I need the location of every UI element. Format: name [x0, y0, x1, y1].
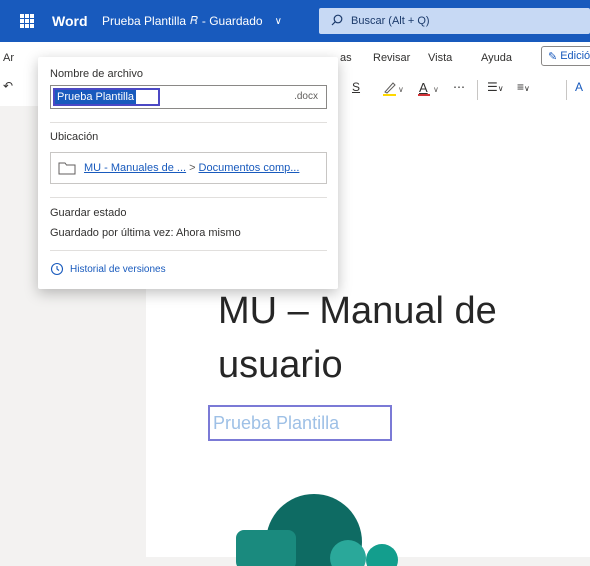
svg-text:∨: ∨	[398, 85, 404, 94]
save-state-label: Guardar estado	[50, 207, 127, 219]
tab-ayuda[interactable]: Ayuda	[481, 52, 512, 64]
app-launcher-icon[interactable]	[20, 14, 34, 28]
svg-text:A: A	[419, 80, 428, 95]
tab-revisar[interactable]: Revisar	[373, 52, 410, 64]
document-title[interactable]: MU – Manual de usuario	[218, 284, 590, 392]
editing-label: Edició	[560, 50, 590, 62]
align-icon[interactable]: ≡∨	[517, 80, 530, 94]
version-history-label: Historial de versiones	[70, 263, 166, 275]
version-history-link[interactable]: Historial de versiones	[50, 262, 166, 276]
chevron-down-icon: ∨	[274, 15, 282, 27]
file-info-popup: Nombre de archivo Prueba Plantilla .docx…	[38, 57, 338, 289]
styles-icon[interactable]: A	[575, 80, 583, 94]
bullets-icon[interactable]: ☰∨	[487, 80, 504, 94]
save-status: - Guardado	[201, 14, 263, 28]
document-title-button[interactable]: Prueba Plantilla 𝑅 - Guardado ∨	[102, 14, 282, 28]
location-path: MU - Manuales de ... > Documentos comp..…	[50, 152, 327, 184]
tab-formas[interactable]: as	[340, 52, 352, 64]
toolbar-separator	[566, 80, 567, 100]
underline-icon[interactable]: S	[352, 80, 360, 94]
pencil-icon: ✎	[548, 50, 558, 63]
highlight-icon[interactable]: ∨	[382, 80, 406, 99]
logo-image	[236, 494, 398, 566]
save-state-value: Guardado por última vez: Ahora mismo	[50, 227, 241, 239]
font-color-icon[interactable]: A ∨	[417, 80, 443, 101]
tab-archivo[interactable]: Ar	[3, 52, 14, 64]
history-icon	[50, 262, 64, 276]
search-placeholder: Buscar (Alt + Q)	[351, 15, 430, 27]
app-bar: Word Prueba Plantilla 𝑅 - Guardado ∨ Bus…	[0, 0, 590, 42]
svg-text:∨: ∨	[433, 85, 439, 94]
document-subtitle-text: Prueba Plantilla	[213, 412, 340, 433]
location-label: Ubicación	[50, 131, 99, 143]
filename-selection: Prueba Plantilla	[53, 88, 160, 106]
document-title: Prueba Plantilla	[102, 14, 187, 28]
undo-icon[interactable]: ↶	[3, 79, 13, 93]
location-link-site[interactable]: MU - Manuales de ...	[84, 162, 186, 174]
location-link-folder[interactable]: Documentos comp...	[199, 162, 300, 174]
tab-vista[interactable]: Vista	[428, 52, 452, 64]
more-icon[interactable]: ⋯	[453, 80, 465, 94]
path-separator: >	[189, 162, 196, 174]
file-extension: .docx	[294, 91, 318, 102]
filename-input[interactable]: Prueba Plantilla .docx	[50, 85, 327, 109]
filename-value: Prueba Plantilla	[55, 90, 137, 104]
document-title-line-2: usuario	[218, 344, 343, 386]
filename-label: Nombre de archivo	[50, 68, 143, 80]
toolbar-separator	[477, 80, 478, 100]
divider	[50, 122, 327, 123]
search-box[interactable]: Buscar (Alt + Q)	[319, 8, 590, 34]
document-title-line-1: MU – Manual de	[218, 290, 497, 332]
app-name[interactable]: Word	[52, 13, 88, 29]
divider	[50, 197, 327, 198]
folder-icon	[58, 162, 76, 175]
search-icon	[331, 14, 343, 29]
editing-button[interactable]: ✎ Edició	[541, 46, 590, 66]
document-subtitle[interactable]: Prueba Plantilla	[208, 405, 392, 441]
divider	[50, 250, 327, 251]
person-icon: 𝑅	[190, 14, 198, 27]
